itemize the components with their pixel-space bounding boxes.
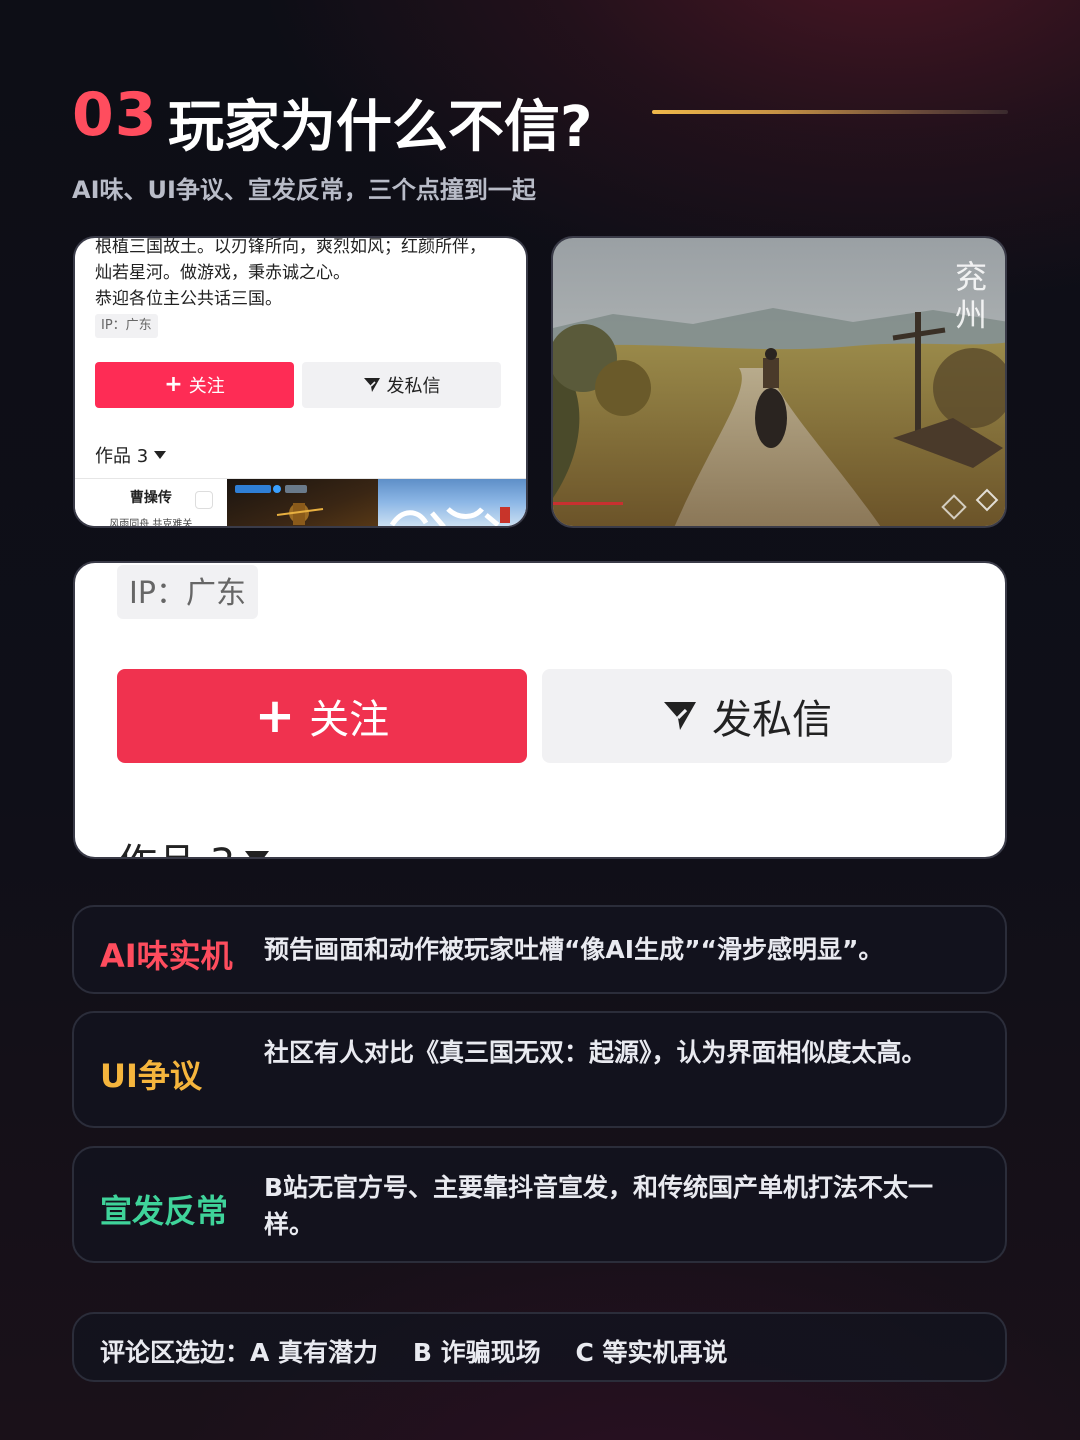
info-row-ai-feel: AI味实机 预告画面和动作被玩家吐槽“像AI生成”“滑步感明显”。	[72, 905, 1007, 994]
row-text: 社区有人对比《真三国无双：起源》，认为界面相似度太高。	[264, 1038, 927, 1067]
info-row-ui-dispute: UI争议 社区有人对比《真三国无双：起源》，认为界面相似度太高。	[72, 1011, 1007, 1128]
works-label: 作品 3	[95, 446, 149, 467]
row-label: 宣发反常	[100, 1192, 229, 1230]
follow-button-label: 关注	[309, 697, 390, 743]
works-tab[interactable]: 作品 3	[117, 831, 270, 857]
work-thumbnail[interactable]: 曹操传 风雨同舟 共克难关	[75, 479, 227, 528]
profile-bio-line: 灿若星河。做游戏，秉赤诚之心。	[95, 263, 350, 283]
title-divider-line	[652, 110, 1008, 114]
works-tab[interactable]: 作品 3	[95, 442, 167, 468]
ip-location-tag: IP：广东	[95, 314, 158, 338]
follow-button-label: 关注	[188, 376, 225, 397]
comment-vote-text: 评论区选边：A 真有潜力 B 诈骗现场 C 等实机再说	[100, 1338, 728, 1367]
plus-icon: +	[254, 688, 296, 744]
plus-icon: +	[164, 372, 183, 397]
select-checkbox	[194, 491, 213, 509]
send-icon	[363, 378, 380, 392]
message-button[interactable]: 发私信	[302, 362, 501, 408]
works-thumbnail-row: 曹操传 风雨同舟 共克难关	[75, 478, 526, 528]
section-title: 玩家为什么不信?	[168, 95, 593, 160]
row-label: UI争议	[100, 1057, 202, 1095]
profile-bio-line: 根植三国故土。以刃锋所向，爽烈如风；红颜所伴，	[95, 237, 486, 257]
zoomed-profile-buttons-card: IP：广东 + 关注 发私信 作品 3	[73, 561, 1007, 859]
game-scene-screenshot: 兖州	[551, 236, 1007, 528]
profile-bio-line: 恭迎各位主公共话三国。	[95, 289, 282, 309]
thumbnail-caption: 风雨同舟 共克难关	[109, 519, 193, 528]
work-thumbnail[interactable]	[226, 479, 379, 526]
section-header: 03 玩家为什么不信?	[72, 78, 1012, 160]
section-subtitle: AI味、UI争议、宣发反常，三个点撞到一起	[72, 176, 536, 204]
message-button-label: 发私信	[712, 697, 832, 743]
caret-down-icon	[154, 450, 167, 459]
works-label: 作品 3	[117, 831, 235, 857]
follow-button[interactable]: + 关注	[117, 669, 527, 763]
row-label: AI味实机	[100, 937, 233, 975]
profile-screenshot-card: 根植三国故土。以刃锋所向，爽烈如风；红颜所伴， 灿若星河。做游戏，秉赤诚之心。 …	[73, 236, 528, 528]
location-overlay-text: 兖州	[954, 258, 987, 334]
thumbnail-scene	[390, 507, 511, 526]
send-icon	[664, 702, 696, 730]
game-scene-image	[553, 238, 1005, 526]
info-row-marketing: 宣发反常 B站无官方号、主要靠抖音宣发，和传统国产单机打法不太一样。	[72, 1146, 1007, 1263]
comment-vote-bar[interactable]: 评论区选边：A 真有潜力 B 诈骗现场 C 等实机再说	[72, 1312, 1007, 1382]
work-thumbnail[interactable]	[378, 479, 526, 526]
follow-button[interactable]: + 关注	[95, 362, 294, 408]
message-button[interactable]: 发私信	[542, 669, 952, 763]
row-text: B站无官方号、主要靠抖音宣发，和传统国产单机打法不太一样。	[264, 1173, 934, 1239]
section-number: 03	[72, 80, 158, 150]
row-text: 预告画面和动作被玩家吐槽“像AI生成”“滑步感明显”。	[264, 935, 884, 964]
message-button-label: 发私信	[386, 376, 441, 397]
thumbnail-scene	[234, 485, 323, 525]
ip-location-tag: IP：广东	[117, 565, 258, 619]
caret-down-icon	[245, 851, 270, 857]
